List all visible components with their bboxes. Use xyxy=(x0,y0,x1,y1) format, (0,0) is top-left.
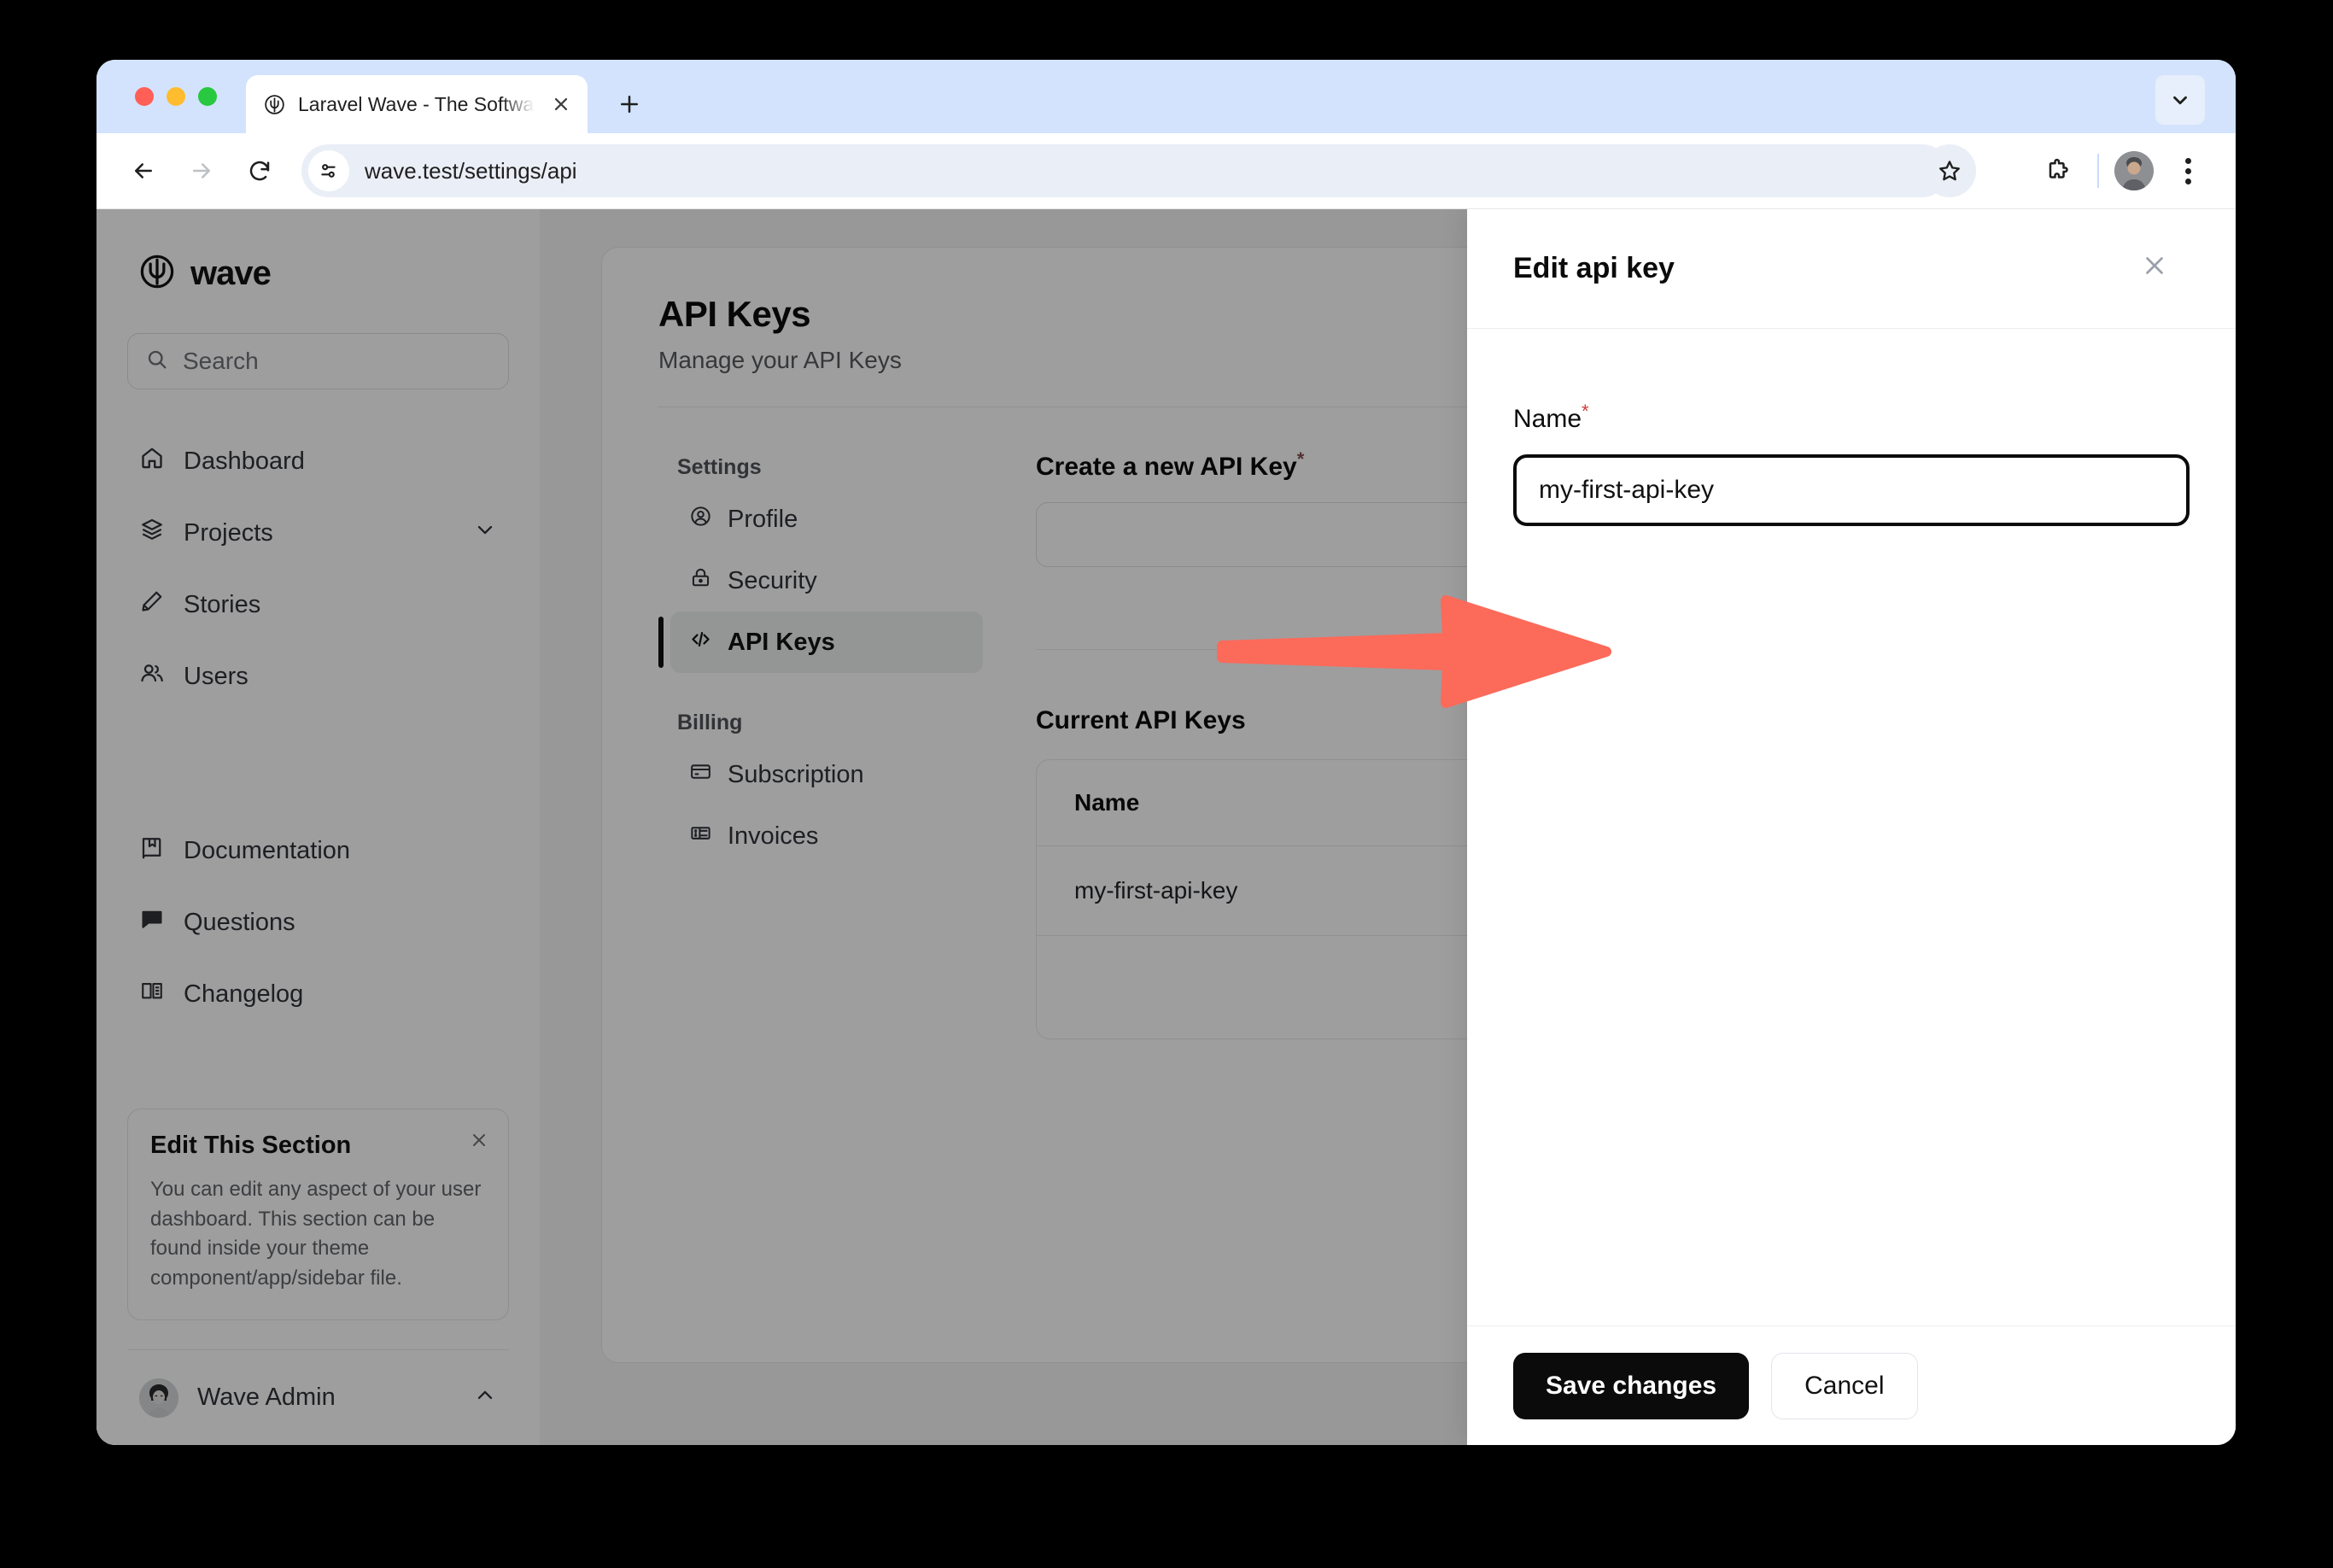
plus-icon[interactable] xyxy=(609,84,650,125)
back-arrow-icon[interactable] xyxy=(117,144,170,197)
drawer-body: Name* my-first-api-key xyxy=(1467,329,2236,1325)
settings-item-security[interactable]: Security xyxy=(670,550,983,611)
sidebar-item-label: Projects xyxy=(184,519,454,547)
cancel-button[interactable]: Cancel xyxy=(1771,1353,1917,1419)
settings-item-label: Subscription xyxy=(728,761,864,789)
sidebar-item-label: Stories xyxy=(184,591,497,619)
chevron-down-icon[interactable] xyxy=(2155,75,2205,125)
code-brackets-icon xyxy=(689,628,712,658)
sidebar-item-dashboard[interactable]: Dashboard xyxy=(127,425,509,497)
sidebar-item-label: Questions xyxy=(184,909,497,937)
edit-this-section-card: Edit This Section You can edit any aspec… xyxy=(127,1109,509,1320)
page-viewport: wave Search xyxy=(96,209,2236,1445)
window-traffic-lights xyxy=(135,60,217,133)
sidebar-nav-primary: Dashboard Projects xyxy=(127,425,509,712)
sidebar-item-label: Changelog xyxy=(184,980,497,1009)
search-input[interactable]: Search xyxy=(127,333,509,389)
avatar[interactable] xyxy=(2114,151,2154,190)
sidebar-item-label: Documentation xyxy=(184,837,497,865)
close-icon[interactable] xyxy=(2140,251,2169,286)
search-icon xyxy=(145,348,169,376)
browser-window: Laravel Wave - The Software a xyxy=(96,60,2236,1445)
sidebar-item-documentation[interactable]: Documentation xyxy=(127,815,509,886)
home-icon xyxy=(139,445,165,477)
settings-item-profile[interactable]: Profile xyxy=(670,489,983,550)
name-field-label: Name* xyxy=(1513,405,1589,433)
toolbar-divider xyxy=(2097,154,2099,188)
drawer-header: Edit api key xyxy=(1467,209,2236,329)
name-input-value: my-first-api-key xyxy=(1539,476,1714,505)
edit-section-body: You can edit any aspect of your user das… xyxy=(150,1175,486,1294)
sidebar-item-stories[interactable]: Stories xyxy=(127,569,509,641)
minimize-window-button[interactable] xyxy=(167,87,185,106)
invoice-icon xyxy=(689,822,712,851)
chevron-up-icon[interactable] xyxy=(473,1384,497,1412)
sidebar-item-label: Dashboard xyxy=(184,448,497,476)
sidebar-user-footer[interactable]: Wave Admin xyxy=(127,1349,509,1445)
sidebar-item-users[interactable]: Users xyxy=(127,641,509,712)
user-circle-icon xyxy=(689,505,712,535)
settings-nav: Settings Profile xyxy=(658,448,983,1039)
pencil-icon xyxy=(139,588,165,621)
browser-tab-strip: Laravel Wave - The Software a xyxy=(96,60,2236,133)
settings-item-api-keys[interactable]: API Keys xyxy=(670,611,983,673)
wave-trident-icon xyxy=(137,252,177,295)
lock-icon xyxy=(689,566,712,596)
users-icon xyxy=(139,660,165,693)
sidebar-nav-secondary: Documentation Questions xyxy=(127,815,509,1030)
settings-group-label: Settings xyxy=(670,455,983,480)
brand-logo[interactable]: wave xyxy=(137,252,509,295)
settings-item-invoices[interactable]: Invoices xyxy=(670,805,983,867)
kebab-menu-icon[interactable] xyxy=(2166,146,2210,196)
settings-item-label: Profile xyxy=(728,506,798,534)
drawer-title: Edit api key xyxy=(1513,252,2140,285)
settings-group-label: Billing xyxy=(670,711,983,735)
layers-icon xyxy=(139,517,165,549)
search-placeholder: Search xyxy=(183,348,259,375)
app-sidebar: wave Search xyxy=(96,209,540,1445)
open-book-icon xyxy=(139,978,165,1010)
puzzle-piece-icon[interactable] xyxy=(2032,146,2082,196)
chat-bubble-icon xyxy=(139,906,165,939)
reload-icon[interactable] xyxy=(233,144,286,197)
name-input[interactable]: my-first-api-key xyxy=(1513,454,2190,526)
close-icon[interactable] xyxy=(469,1130,489,1156)
settings-item-label: API Keys xyxy=(728,629,835,657)
address-bar-url[interactable]: wave.test/settings/api xyxy=(365,158,577,184)
sidebar-user-name: Wave Admin xyxy=(197,1384,454,1412)
maximize-window-button[interactable] xyxy=(198,87,217,106)
settings-item-label: Security xyxy=(728,567,817,595)
forward-arrow-icon[interactable] xyxy=(175,144,228,197)
sidebar-item-label: Users xyxy=(184,663,497,691)
sidebar-item-questions[interactable]: Questions xyxy=(127,886,509,958)
browser-tab[interactable]: Laravel Wave - The Software a xyxy=(246,75,588,133)
chevron-down-icon[interactable] xyxy=(473,518,497,548)
address-bar[interactable]: wave.test/settings/api xyxy=(301,144,1949,197)
wave-trident-icon xyxy=(263,93,286,116)
avatar xyxy=(139,1378,178,1418)
browser-toolbar: wave.test/settings/api xyxy=(96,133,2236,209)
settings-item-subscription[interactable]: Subscription xyxy=(670,744,983,805)
star-icon[interactable] xyxy=(1923,144,1976,197)
close-icon[interactable] xyxy=(547,90,576,119)
close-window-button[interactable] xyxy=(135,87,154,106)
settings-item-label: Invoices xyxy=(728,822,818,851)
edit-api-key-drawer: Edit api key Name* my-first-api-key Save… xyxy=(1467,209,2236,1445)
browser-tab-title: Laravel Wave - The Software a xyxy=(298,93,535,116)
sidebar-item-changelog[interactable]: Changelog xyxy=(127,958,509,1030)
required-marker: * xyxy=(1297,448,1305,470)
drawer-footer: Save changes Cancel xyxy=(1467,1325,2236,1445)
save-changes-button[interactable]: Save changes xyxy=(1513,1353,1749,1419)
brand-wordmark: wave xyxy=(190,255,271,293)
page-settings-icon[interactable] xyxy=(308,150,349,191)
edit-section-title: Edit This Section xyxy=(150,1132,486,1160)
sidebar-item-projects[interactable]: Projects xyxy=(127,497,509,569)
required-marker: * xyxy=(1582,401,1589,422)
credit-card-icon xyxy=(689,760,712,790)
book-bookmark-icon xyxy=(139,834,165,867)
